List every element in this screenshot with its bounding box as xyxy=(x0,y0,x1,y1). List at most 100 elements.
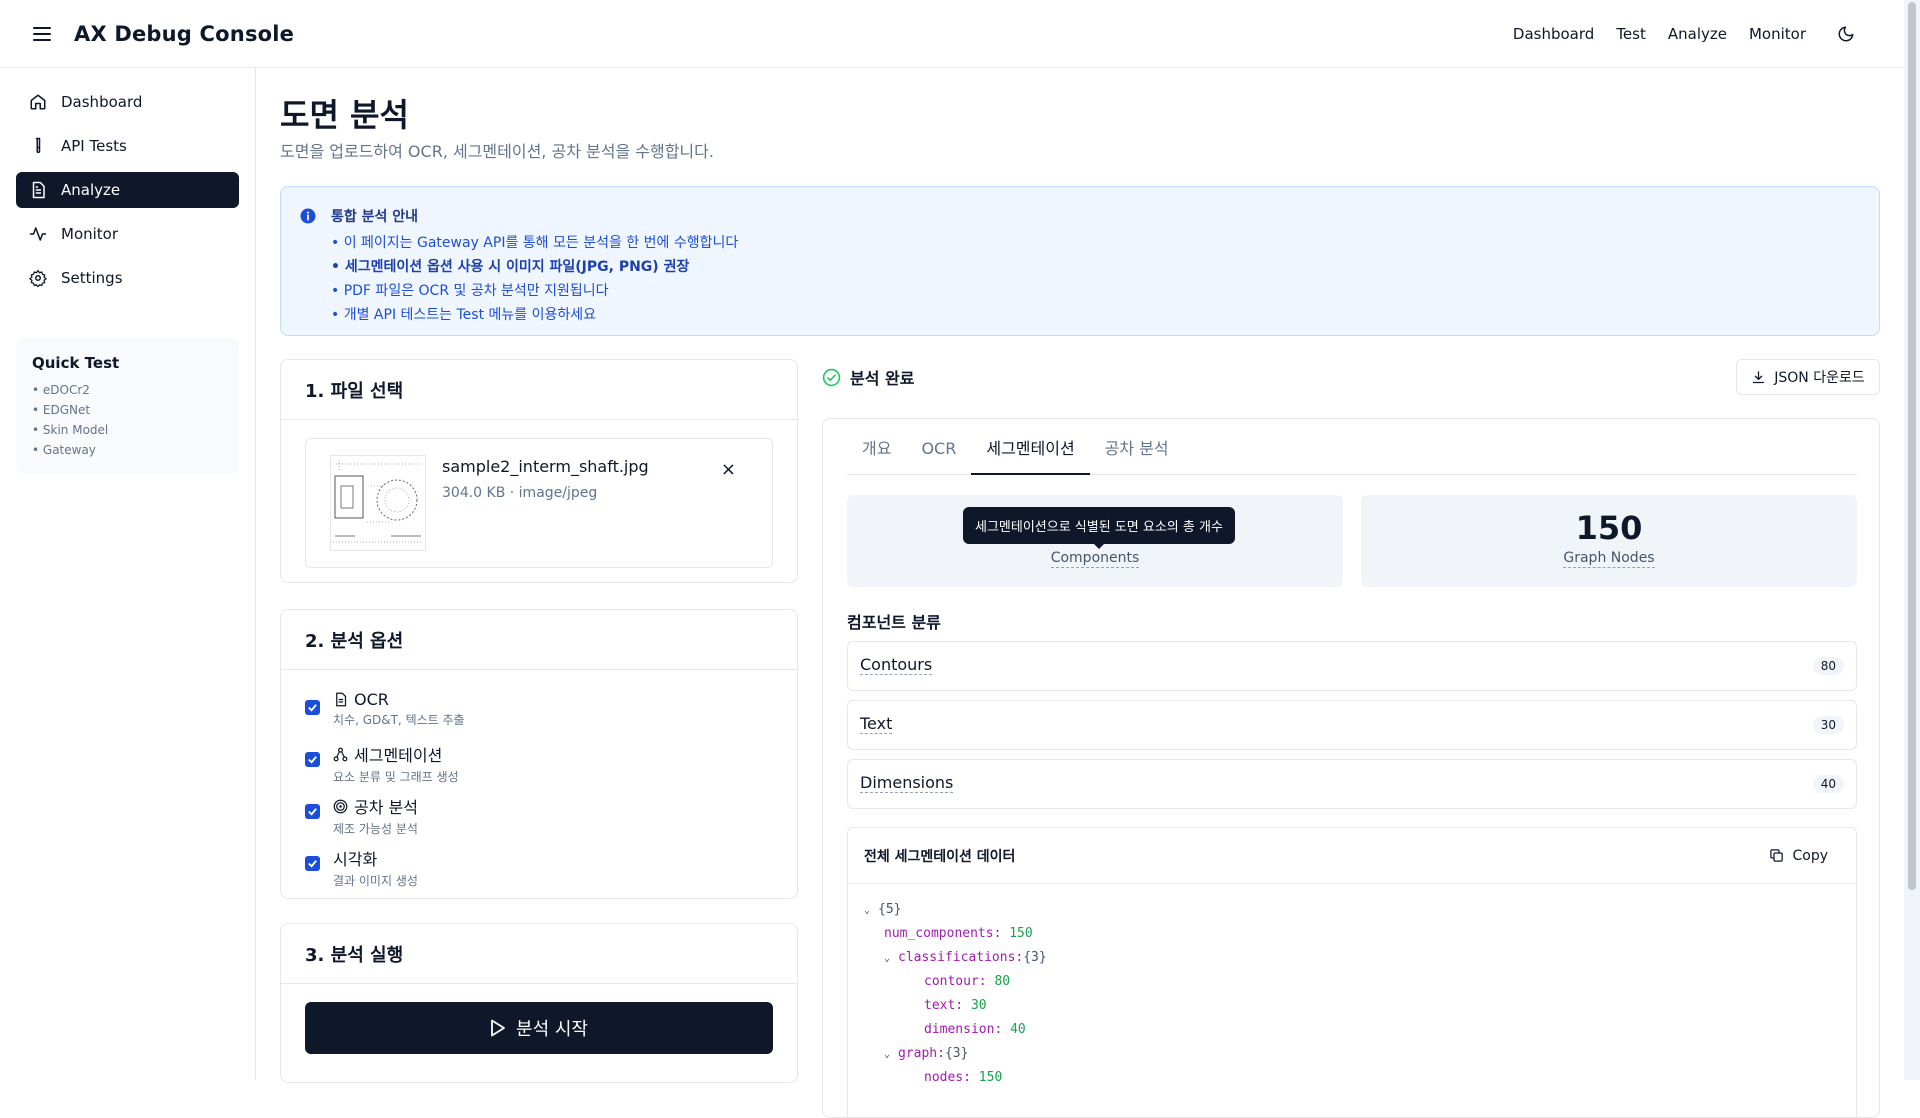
json-value: 150 xyxy=(1009,926,1033,941)
close-icon[interactable]: × xyxy=(721,459,736,480)
sidebar-item-analyze[interactable]: Analyze xyxy=(16,172,239,208)
json-tree: ⌄ {5} num_components: 150 ⌄ classification… xyxy=(848,884,1856,1104)
sidebar-item-label: Analyze xyxy=(61,181,121,199)
sidebar-item-label: Monitor xyxy=(61,225,119,243)
topnav-analyze[interactable]: Analyze xyxy=(1668,25,1727,43)
stat-components: Components 세그멘테이션으로 식별된 도면 요소의 총 개수 xyxy=(847,495,1343,587)
option-segmentation: 세그멘테이션 요소 분류 및 그래프 생성 xyxy=(305,742,459,785)
quick-test-item[interactable]: • Gateway xyxy=(32,440,223,460)
play-icon xyxy=(491,1019,505,1037)
page-scrollbar[interactable] xyxy=(1904,0,1920,1080)
quick-test-item[interactable]: • Skin Model xyxy=(32,420,223,440)
run-analysis-card: 3. 분석 실행 분석 시작 xyxy=(280,923,798,1083)
option-desc: 치수, GD&T, 텍스트 추출 xyxy=(333,713,465,727)
option-desc: 제조 가능성 분석 xyxy=(333,822,418,836)
copy-button[interactable]: Copy xyxy=(1757,842,1840,870)
file-name: sample2_interm_shaft.jpg xyxy=(442,457,649,476)
class-name[interactable]: Text xyxy=(860,714,893,734)
tab-ocr[interactable]: OCR xyxy=(906,433,971,475)
chevron-down-icon[interactable]: ⌄ xyxy=(884,947,898,971)
option-label: 세그멘테이션 xyxy=(354,746,443,765)
info-title: 통합 분석 안내 xyxy=(331,209,419,225)
check-circle-icon xyxy=(822,368,841,386)
card-title: 2. 분석 옵션 xyxy=(281,610,797,670)
stat-caption[interactable]: Components xyxy=(1050,550,1140,568)
checkbox-segmentation[interactable] xyxy=(305,752,320,767)
moon-icon[interactable] xyxy=(1828,16,1864,52)
sidebar-item-label: Dashboard xyxy=(61,93,143,111)
tab-tolerance[interactable]: 공차 분석 xyxy=(1090,433,1184,475)
sidebar-item-monitor[interactable]: Monitor xyxy=(16,216,239,252)
json-count: {3} xyxy=(1023,950,1047,965)
info-line: • 개별 API 테스트는 Test 메뉴를 이용하세요 xyxy=(331,307,596,323)
json-value: 80 xyxy=(994,974,1011,989)
count-badge: 40 xyxy=(1812,775,1844,793)
sidebar-item-settings[interactable]: Settings xyxy=(16,260,239,296)
card-title: 3. 분석 실행 xyxy=(281,924,797,984)
network-icon xyxy=(333,747,348,761)
chevron-down-icon[interactable]: ⌄ xyxy=(884,1043,898,1067)
file-text-icon xyxy=(32,181,45,199)
menu-icon[interactable] xyxy=(24,16,60,52)
card-title: 1. 파일 선택 xyxy=(281,360,797,420)
topnav-test[interactable]: Test xyxy=(1616,25,1646,43)
top-bar: AX Debug Console Dashboard Test Analyze … xyxy=(0,0,1904,68)
chevron-down-icon[interactable]: ⌄ xyxy=(864,899,878,923)
class-row-text: Text 30 xyxy=(847,700,1857,750)
sidebar-item-api-tests[interactable]: API Tests xyxy=(16,128,239,164)
tab-segmentation[interactable]: 세그멘테이션 xyxy=(971,433,1090,475)
stat-graph-nodes: 150 Graph Nodes xyxy=(1361,495,1857,587)
start-analysis-button[interactable]: 분석 시작 xyxy=(305,1002,773,1054)
json-root: {5} xyxy=(878,902,902,917)
download-icon xyxy=(1753,370,1765,383)
json-key: classifications: xyxy=(898,950,1024,965)
sidebar: Dashboard API Tests Analyze Monitor Sett… xyxy=(0,68,256,1080)
json-key: text: xyxy=(924,998,964,1013)
class-name[interactable]: Contours xyxy=(860,655,933,675)
file-select-card: 1. 파일 선택 sample2_interm_shaft.jpg 304.0 … xyxy=(280,359,798,583)
topnav-dashboard[interactable]: Dashboard xyxy=(1513,25,1594,43)
quick-test-title: Quick Test xyxy=(32,354,120,372)
file-meta: 304.0 KB · image/jpeg xyxy=(442,485,598,501)
quick-test-item[interactable]: • eDOCr2 xyxy=(32,380,223,400)
status-text: 분석 완료 xyxy=(850,369,915,388)
page-subtitle: 도면을 업로드하여 OCR, 세그멘테이션, 공차 분석을 수행합니다. xyxy=(280,142,714,161)
file-thumbnail xyxy=(330,455,426,551)
checkbox-tolerance[interactable] xyxy=(305,804,320,819)
option-visualization: 시각화 결과 이미지 생성 xyxy=(305,846,418,889)
count-badge: 80 xyxy=(1812,657,1844,675)
json-key: nodes: xyxy=(924,1070,971,1085)
json-download-button[interactable]: JSON 다운로드 xyxy=(1736,359,1880,395)
class-name[interactable]: Dimensions xyxy=(860,773,954,793)
checkbox-visualization[interactable] xyxy=(305,856,320,871)
stat-caption[interactable]: Graph Nodes xyxy=(1563,550,1655,568)
option-label: 공차 분석 xyxy=(354,798,418,817)
checkbox-ocr[interactable] xyxy=(305,700,320,715)
tab-overview[interactable]: 개요 xyxy=(847,433,906,475)
json-value: 150 xyxy=(978,1070,1003,1085)
result-panel: 개요 OCR 세그멘테이션 공차 분석 Components 세그멘테이션으로 … xyxy=(822,418,1880,1118)
stat-value: 150 xyxy=(1575,509,1643,547)
top-nav: Dashboard Test Analyze Monitor xyxy=(1491,16,1864,52)
start-analysis-label: 분석 시작 xyxy=(516,1019,588,1040)
quick-test-panel: Quick Test • eDOCr2 • EDGNet • Skin Mode… xyxy=(16,338,239,474)
quick-test-item[interactable]: • EDGNet xyxy=(32,400,223,420)
option-label: OCR xyxy=(354,690,389,709)
page-title: 도면 분석 xyxy=(280,96,409,134)
scrollbar-thumb[interactable] xyxy=(1908,2,1916,890)
app-title: AX Debug Console xyxy=(74,21,295,46)
option-desc: 결과 이미지 생성 xyxy=(333,874,418,888)
json-key: num_components: xyxy=(884,926,1002,941)
file-icon xyxy=(336,692,347,707)
selected-file: sample2_interm_shaft.jpg 304.0 KB · imag… xyxy=(305,438,773,568)
sidebar-item-dashboard[interactable]: Dashboard xyxy=(16,84,239,120)
copy-icon xyxy=(1770,849,1784,862)
activity-icon xyxy=(29,227,47,241)
json-value: 40 xyxy=(1010,1022,1026,1037)
topnav-monitor[interactable]: Monitor xyxy=(1749,25,1806,43)
json-viewer: 전체 세그멘테이션 데이터 Copy ⌄ {5} num_components: … xyxy=(847,827,1857,1117)
sidebar-item-label: API Tests xyxy=(61,137,127,155)
json-count: {3} xyxy=(944,1046,969,1061)
count-badge: 30 xyxy=(1812,716,1844,734)
analysis-options-card: 2. 분석 옵션 OCR 치수, GD&T, 텍스트 추출 세그멘테이션 요소 … xyxy=(280,609,798,899)
